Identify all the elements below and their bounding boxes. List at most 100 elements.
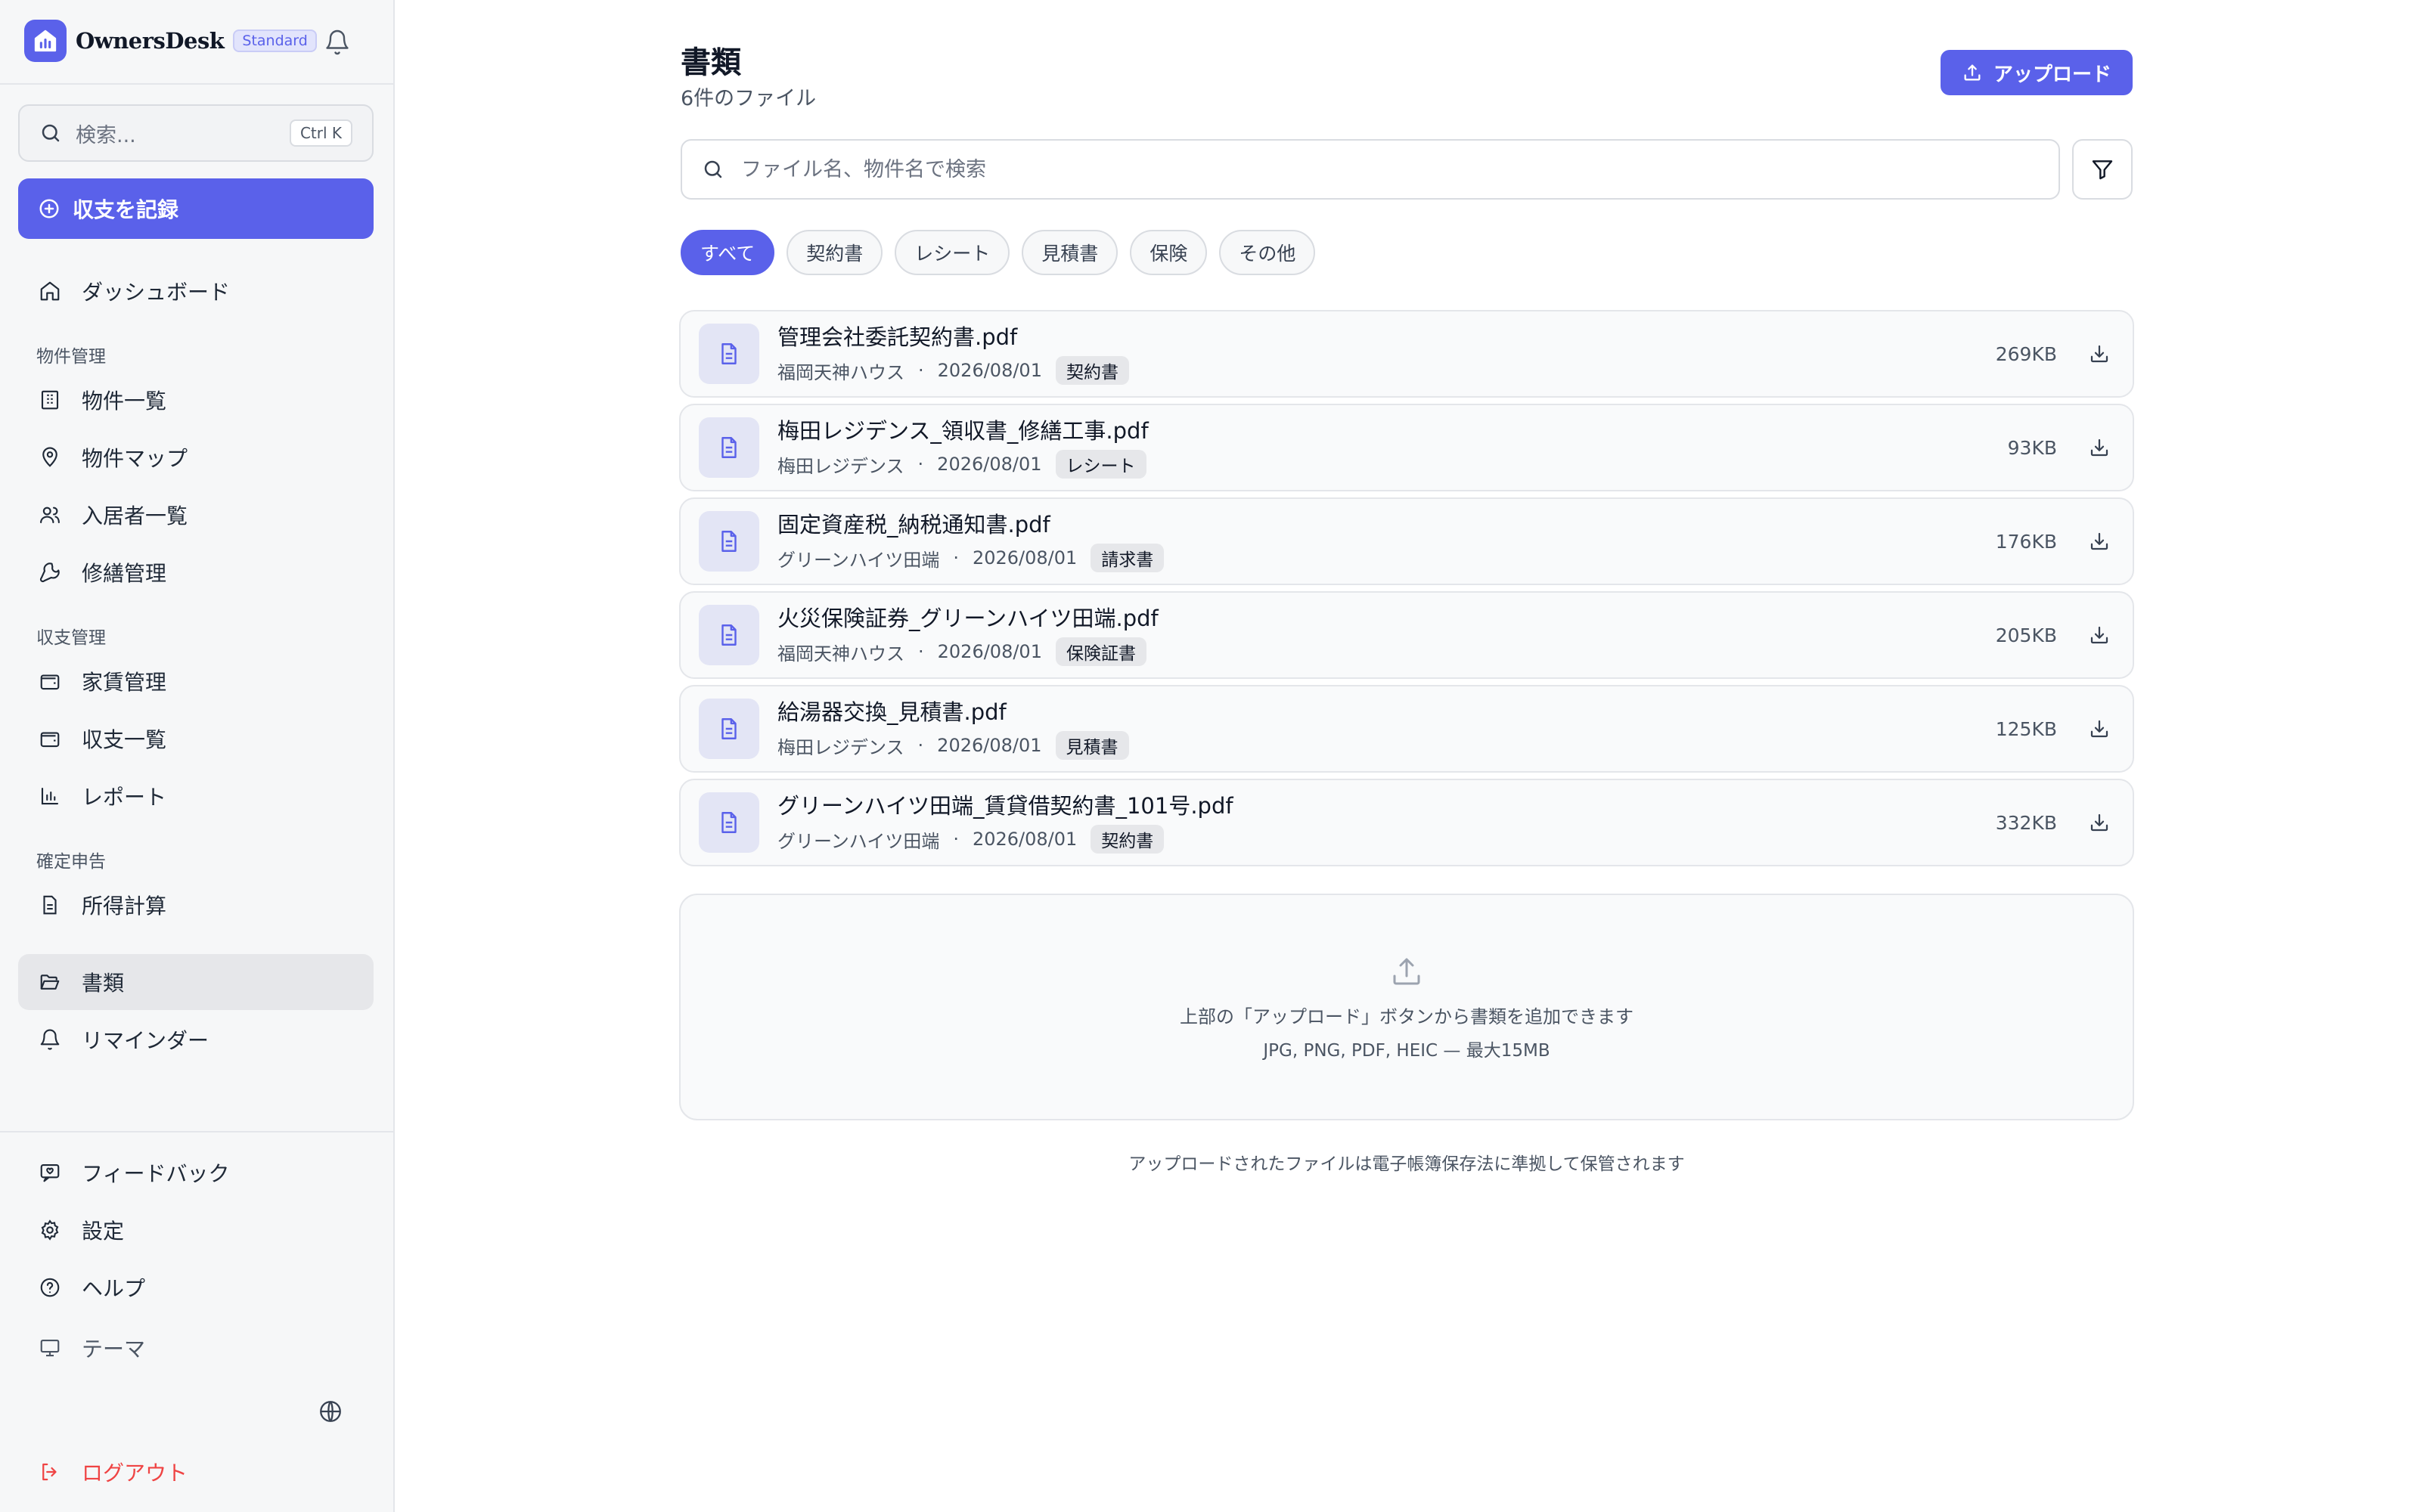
separator-dot: ·: [953, 547, 959, 569]
file-meta: 梅田レジデンス · 2026/08/01 レシート: [777, 450, 2008, 479]
download-icon[interactable]: [2084, 339, 2114, 369]
sidebar-item-income-list[interactable]: 収支一覧: [18, 711, 374, 767]
download-icon[interactable]: [2084, 807, 2114, 838]
file-row[interactable]: グリーンハイツ田端_賃貸借契約書_101号.pdf グリーンハイツ田端 · 2026/…: [679, 779, 2134, 866]
file-search[interactable]: [681, 139, 2060, 200]
sidebar-item-rent[interactable]: 家賃管理: [18, 653, 374, 709]
file-row[interactable]: 給湯器交換_見積書.pdf 梅田レジデンス · 2026/08/01 見積書 125KB: [679, 685, 2134, 773]
file-row[interactable]: 梅田レジデンス_領収書_修繕工事.pdf 梅田レジデンス · 2026/08/01 レシ…: [679, 404, 2134, 491]
sidebar-item-help[interactable]: ヘルプ: [18, 1259, 374, 1315]
file-size: 332KB: [1995, 811, 2057, 834]
file-row[interactable]: 管理会社委託契約書.pdf 福岡天神ハウス · 2026/08/01 契約書 269KB: [679, 310, 2134, 398]
sidebar-item-label: 所得計算: [82, 894, 167, 919]
file-date: 2026/08/01: [937, 735, 1042, 756]
file-row[interactable]: 固定資産税_納税通知書.pdf グリーンハイツ田端 · 2026/08/01 請求書 17…: [679, 497, 2134, 585]
gear-icon: [38, 1218, 62, 1242]
file-category-tag: 契約書: [1091, 825, 1165, 854]
sidebar: OwnersDesk Standard 検索... Ctrl K 収支を記録 ダ…: [0, 0, 395, 1512]
sidebar-item-reminders[interactable]: リマインダー: [18, 1012, 374, 1067]
globe-icon[interactable]: [318, 1399, 345, 1426]
file-category-tag: 見積書: [1055, 731, 1129, 760]
sidebar-item-property-map[interactable]: 物件マップ: [18, 429, 374, 485]
filter-chip[interactable]: レシート: [895, 230, 1010, 275]
sidebar-item-label: 物件マップ: [82, 446, 188, 471]
filter-button[interactable]: [2072, 139, 2133, 200]
sidebar-item-income-calc[interactable]: 所得計算: [18, 877, 374, 933]
notification-bell-icon[interactable]: [322, 27, 352, 57]
bar-chart-icon: [38, 784, 62, 808]
sidebar-item-reports[interactable]: レポート: [18, 768, 374, 824]
filter-chip[interactable]: すべて: [681, 230, 775, 275]
file-document-icon: [699, 417, 759, 478]
file-row[interactable]: 火災保険証券_グリーンハイツ田端.pdf 福岡天神ハウス · 2026/08/01 保険…: [679, 591, 2134, 679]
file-meta: グリーンハイツ田端 · 2026/08/01 請求書: [777, 544, 1996, 572]
file-name: 管理会社委託契約書.pdf: [777, 324, 1018, 350]
upload-dropzone[interactable]: 上部の「アップロード」ボタンから書類を追加できます JPG, PNG, PDF,…: [679, 894, 2134, 1120]
sidebar-item-label: ログアウト: [82, 1461, 188, 1486]
feedback-icon: [38, 1160, 62, 1185]
filter-icon: [2092, 160, 2113, 180]
sidebar-item-label: 書類: [82, 971, 125, 996]
sidebar-item-property-list[interactable]: 物件一覧: [18, 372, 374, 428]
file-size: 93KB: [2007, 436, 2057, 459]
help-circle-icon: [38, 1275, 62, 1300]
download-icon[interactable]: [2084, 620, 2114, 650]
home-icon: [38, 279, 62, 303]
page-title: 書類: [681, 45, 741, 80]
separator-dot: ·: [917, 735, 924, 756]
file-category-tag: 保険証書: [1055, 637, 1146, 666]
brand[interactable]: OwnersDesk Standard: [24, 20, 317, 62]
download-icon[interactable]: [2084, 714, 2114, 744]
file-size: 205KB: [1995, 624, 2057, 646]
filter-chip[interactable]: その他: [1219, 230, 1316, 275]
file-count: 6件のファイル: [681, 87, 817, 110]
sidebar-item-dashboard[interactable]: ダッシュボード: [18, 263, 374, 319]
file-date: 2026/08/01: [937, 360, 1042, 381]
file-property: 梅田レジデンス: [777, 736, 904, 758]
building-icon: [38, 388, 62, 412]
sidebar-search[interactable]: 検索... Ctrl K: [18, 104, 374, 162]
sidebar-item-tenants[interactable]: 入居者一覧: [18, 487, 374, 543]
shortcut-hint: Ctrl K: [289, 119, 352, 147]
brand-logo-icon: [24, 20, 67, 62]
sidebar-item-documents[interactable]: 書類: [18, 954, 374, 1010]
filter-chip[interactable]: 契約書: [786, 230, 883, 275]
sidebar-item-label: リマインダー: [82, 1028, 209, 1053]
file-name: 火災保険証券_グリーンハイツ田端.pdf: [777, 606, 1159, 631]
dropzone-hint: 上部の「アップロード」ボタンから書類を追加できます: [1180, 1005, 1634, 1027]
file-property: グリーンハイツ田端: [777, 830, 940, 852]
dropzone-formats: JPG, PNG, PDF, HEIC — 最大15MB: [1263, 1040, 1550, 1061]
filter-chip[interactable]: 見積書: [1022, 230, 1118, 275]
download-icon[interactable]: [2084, 432, 2114, 463]
search-icon: [42, 124, 60, 142]
file-document-icon: [699, 699, 759, 759]
search-icon: [704, 160, 722, 178]
upload-button[interactable]: アップロード: [1941, 50, 2133, 95]
file-document-icon: [699, 511, 759, 572]
sidebar-item-theme[interactable]: テーマ: [18, 1320, 374, 1376]
file-info: 梅田レジデンス_領収書_修繕工事.pdf 梅田レジデンス · 2026/08/01 レシ…: [777, 417, 2008, 479]
sidebar-item-label: フィードバック: [82, 1161, 230, 1186]
sidebar-item-settings[interactable]: 設定: [18, 1202, 374, 1258]
logout-icon: [38, 1460, 62, 1484]
sidebar-item-label: 収支一覧: [82, 727, 167, 752]
file-meta: 福岡天神ハウス · 2026/08/01 契約書: [777, 356, 1996, 385]
download-icon[interactable]: [2084, 526, 2114, 556]
sidebar-item-label: 入居者一覧: [82, 503, 188, 528]
record-transaction-button[interactable]: 収支を記録: [18, 178, 374, 239]
filter-chip[interactable]: 保険: [1130, 230, 1208, 275]
sidebar-item-feedback[interactable]: フィードバック: [18, 1145, 374, 1201]
file-date: 2026/08/01: [972, 547, 1078, 569]
file-name: 固定資産税_納税通知書.pdf: [777, 512, 1050, 538]
users-icon: [38, 503, 62, 527]
file-search-input[interactable]: [741, 157, 2039, 181]
sidebar-item-logout[interactable]: ログアウト: [18, 1444, 374, 1500]
sidebar-item-repairs[interactable]: 修繕管理: [18, 544, 374, 600]
upload-icon: [1393, 958, 1420, 984]
map-pin-icon: [38, 445, 62, 469]
file-name: 給湯器交換_見積書.pdf: [777, 699, 1007, 725]
file-info: グリーンハイツ田端_賃貸借契約書_101号.pdf グリーンハイツ田端 · 2026/…: [777, 792, 1996, 854]
file-document-icon: [699, 605, 759, 665]
sidebar-search-placeholder: 検索...: [76, 123, 136, 147]
sidebar-item-label: テーマ: [82, 1337, 146, 1362]
